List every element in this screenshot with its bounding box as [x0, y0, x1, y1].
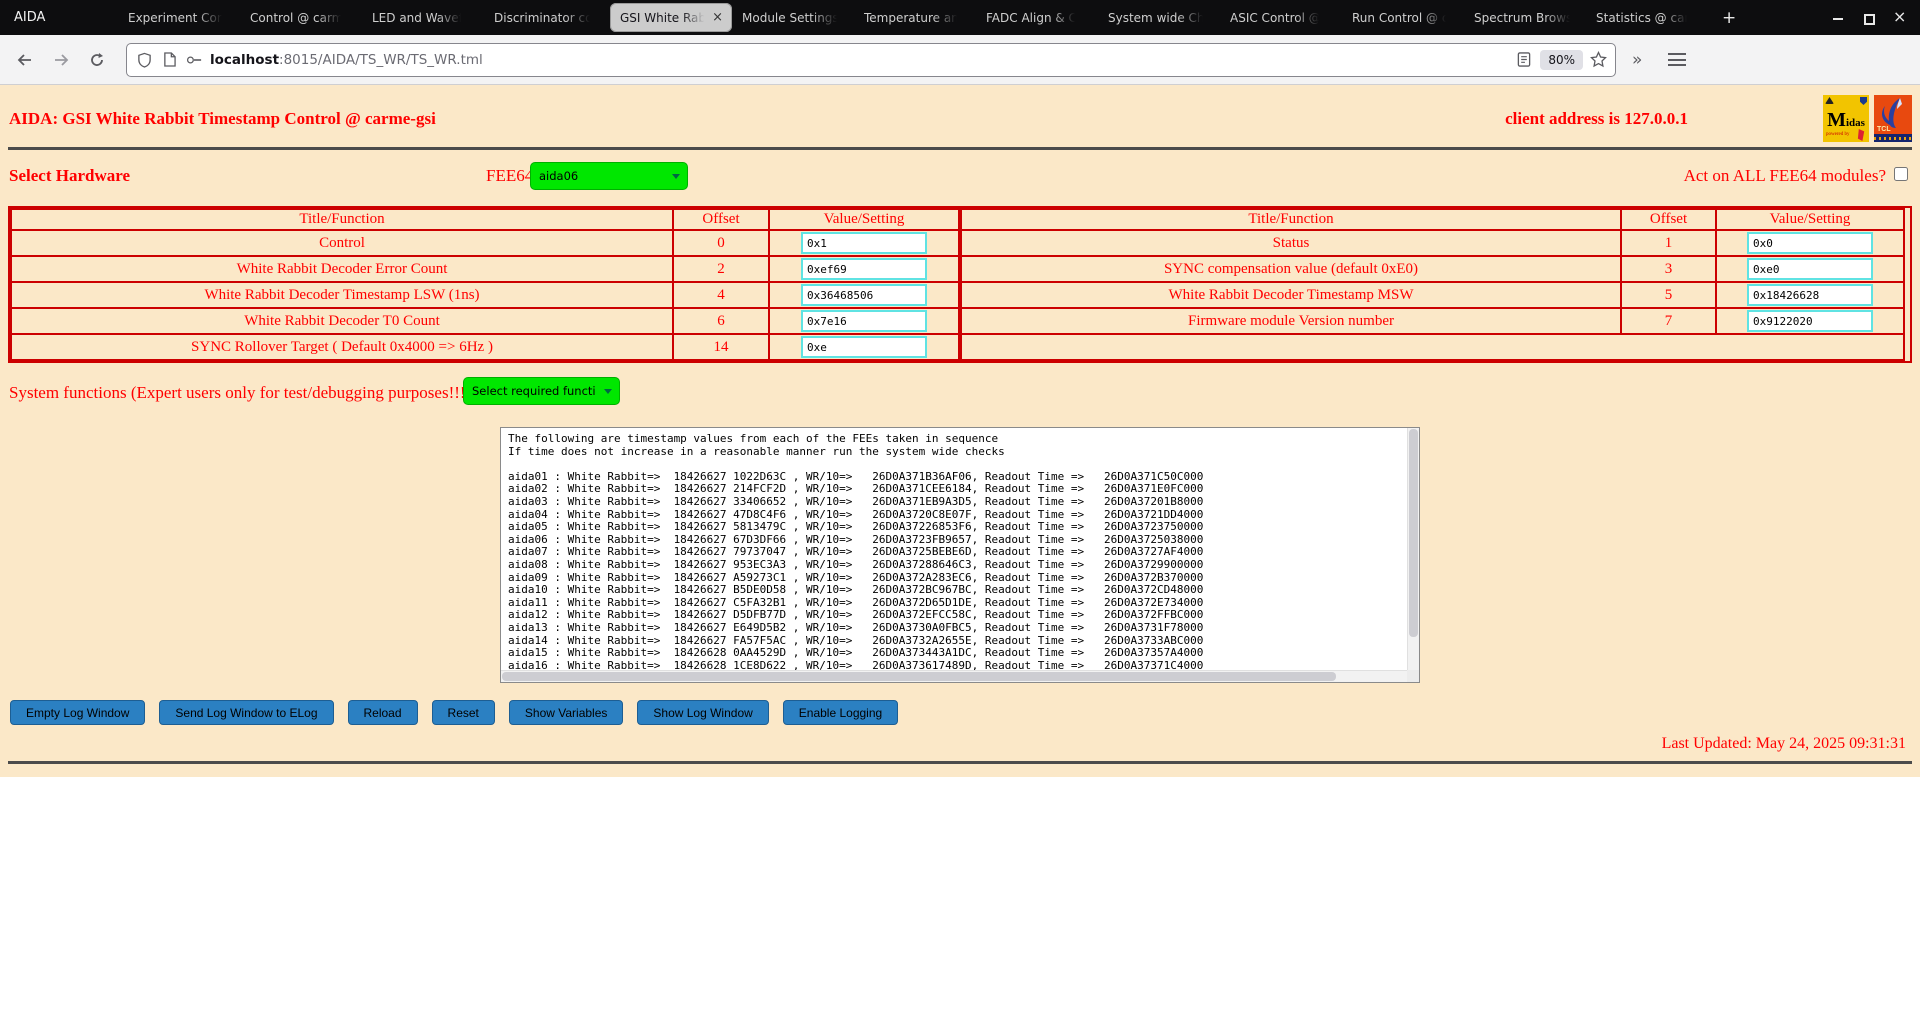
page-title: AIDA: GSI White Rabbit Timestamp Control… [9, 109, 436, 128]
system-functions-select[interactable]: Select required function [463, 377, 620, 405]
action-buttons-row: Empty Log Window Send Log Window to ELog… [10, 700, 1920, 725]
column-header-value: Value/Setting [1715, 208, 1905, 231]
client-address: client address is 127.0.0.1 [1505, 109, 1688, 128]
tab-experiment-control[interactable]: Experiment Con [120, 0, 242, 35]
tab-close-icon[interactable] [709, 10, 726, 25]
log-window[interactable]: The following are timestamp values from … [500, 427, 1420, 683]
tab-temperature[interactable]: Temperature an [856, 0, 978, 35]
show-log-window-button[interactable]: Show Log Window [637, 700, 769, 725]
window-title: AIDA [14, 10, 46, 25]
tab-fadc-align[interactable]: FADC Align & C [978, 0, 1100, 35]
column-header-value: Value/Setting [768, 208, 960, 231]
column-header-title: Title/Function [10, 208, 674, 231]
table-row: White Rabbit Decoder Timestamp LSW (1ns)… [10, 281, 960, 309]
close-window-button[interactable] [1890, 9, 1906, 26]
registers-table-left: Title/Function Offset Value/Setting Cont… [10, 208, 960, 361]
act-on-all-checkbox[interactable] [1894, 167, 1908, 181]
tcl-logo-band [1874, 134, 1912, 142]
log-window-text: The following are timestamp values from … [508, 432, 1204, 672]
tab-statistics[interactable]: Statistics @ car [1588, 0, 1710, 35]
minimize-button[interactable] [1830, 10, 1846, 26]
window-controls [1830, 9, 1920, 26]
table-row: White Rabbit Decoder Timestamp MSW 5 [960, 281, 1905, 309]
browser-tab-bar: AIDA Experiment Con Control @ carm LED a… [0, 0, 1920, 35]
new-tab-button[interactable] [1710, 8, 1748, 28]
back-button[interactable] [10, 45, 40, 75]
log-vertical-scrollbar[interactable] [1407, 428, 1419, 670]
tracking-protection-shield-icon[interactable] [135, 51, 153, 69]
url-bar[interactable]: localhost:8015/AIDA/TS_WR/TS_WR.tml 80% [126, 42, 1616, 77]
toolbar-overflow-icon[interactable] [1622, 50, 1652, 70]
show-variables-button[interactable]: Show Variables [508, 700, 624, 725]
wr-decoder-t0-count-input[interactable] [801, 310, 927, 332]
wr-decoder-timestamp-msw-input[interactable] [1747, 284, 1873, 306]
reload-button[interactable] [82, 45, 112, 75]
table-row: Status 1 [960, 229, 1905, 257]
tab-control-carme[interactable]: Control @ carm [242, 0, 364, 35]
registers-table-right: Title/Function Offset Value/Setting Stat… [960, 208, 1905, 361]
table-row-empty [960, 333, 1905, 361]
select-hardware-label: Select Hardware [9, 166, 131, 185]
maximize-button[interactable] [1860, 10, 1876, 26]
log-horizontal-scrollbar[interactable] [501, 670, 1407, 682]
sync-compensation-input[interactable] [1747, 258, 1873, 280]
column-header-offset: Offset [672, 208, 770, 231]
table-row: Firmware module Version number 7 [960, 307, 1905, 335]
last-updated-text: Last Updated: May 24, 2025 09:31:31 [1661, 735, 1906, 752]
wr-decoder-timestamp-lsw-input[interactable] [801, 284, 927, 306]
aida-ts-wr-page: AIDA: GSI White Rabbit Timestamp Control… [0, 85, 1920, 777]
page-header: AIDA: GSI White Rabbit Timestamp Control… [0, 85, 1920, 147]
table-row: SYNC compensation value (default 0xE0) 3 [960, 255, 1905, 283]
column-header-offset: Offset [1620, 208, 1717, 231]
tab-asic-control[interactable]: ASIC Control @ [1222, 0, 1344, 35]
browser-toolbar: localhost:8015/AIDA/TS_WR/TS_WR.tml 80% [0, 35, 1920, 85]
midas-logo-shield-icon [1860, 97, 1867, 105]
control-value-input[interactable] [801, 232, 927, 254]
page-info-icon[interactable] [160, 51, 178, 69]
table-row: Control 0 [10, 229, 960, 257]
column-header-title: Title/Function [960, 208, 1622, 231]
wr-decoder-error-count-input[interactable] [801, 258, 927, 280]
table-row: White Rabbit Decoder Error Count 2 [10, 255, 960, 283]
divider-bottom [8, 761, 1912, 764]
tab-discriminator[interactable]: Discriminator co [486, 0, 608, 35]
tcl-logo: TCL [1874, 95, 1912, 142]
tab-led-waveform[interactable]: LED and Wavef [364, 0, 486, 35]
logos: Midas powered by TCL [1823, 95, 1912, 142]
tab-run-control[interactable]: Run Control @ c [1344, 0, 1466, 35]
address-text[interactable]: localhost:8015/AIDA/TS_WR/TS_WR.tml [210, 52, 483, 68]
midas-logo-triangle-icon [1825, 97, 1834, 104]
system-functions-row: System functions (Expert users only for … [0, 377, 1920, 413]
registers-table: Title/Function Offset Value/Setting Cont… [8, 206, 1912, 363]
fee64-label: FEE64 [486, 166, 534, 185]
tab-system-wide-checks[interactable]: System wide Ch [1100, 0, 1222, 35]
status-value-input[interactable] [1747, 232, 1873, 254]
reload-button[interactable]: Reload [347, 700, 418, 725]
reader-mode-icon[interactable] [1515, 51, 1533, 69]
scrollbar-corner [1407, 670, 1419, 682]
tab-module-settings[interactable]: Module Settings [734, 0, 856, 35]
system-functions-label: System functions (Expert users only for … [9, 383, 472, 402]
tab-spectrum-browser[interactable]: Spectrum Brows [1466, 0, 1588, 35]
select-hardware-row: Select Hardware FEE64 aida06 Act on ALL … [0, 158, 1920, 196]
reset-button[interactable]: Reset [431, 700, 495, 725]
table-row: White Rabbit Decoder T0 Count 6 [10, 307, 960, 335]
firmware-version-input[interactable] [1747, 310, 1873, 332]
site-permissions-icon[interactable] [185, 51, 203, 69]
zoom-level-indicator[interactable]: 80% [1540, 49, 1583, 70]
forward-button[interactable] [46, 45, 76, 75]
sync-rollover-target-input[interactable] [801, 336, 927, 358]
midas-logo: Midas powered by [1823, 95, 1869, 142]
bookmark-star-icon[interactable] [1590, 51, 1607, 68]
divider [8, 147, 1912, 150]
empty-log-window-button[interactable]: Empty Log Window [10, 700, 146, 725]
hamburger-menu-icon[interactable] [1668, 53, 1687, 66]
send-log-to-elog-button[interactable]: Send Log Window to ELog [159, 700, 334, 725]
tab-gsi-white-rabbit-active[interactable]: GSI White Rab [610, 3, 732, 32]
enable-logging-button[interactable]: Enable Logging [782, 700, 899, 725]
fee64-select[interactable]: aida06 [530, 162, 688, 190]
act-on-all-label: Act on ALL FEE64 modules? [1683, 166, 1886, 185]
table-row: SYNC Rollover Target ( Default 0x4000 =>… [10, 333, 960, 361]
